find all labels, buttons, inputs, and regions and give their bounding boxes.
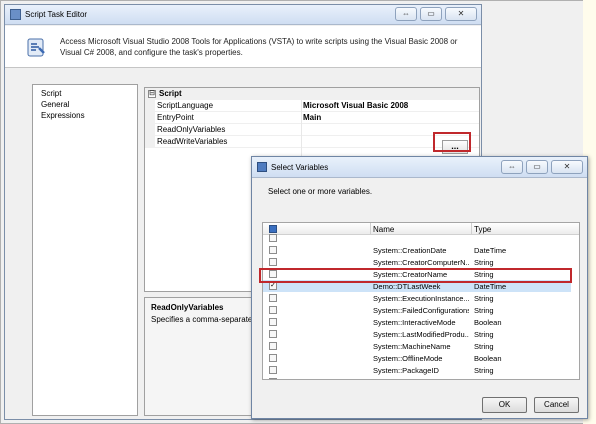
row-checkbox[interactable] — [269, 366, 277, 374]
variable-type: String — [474, 294, 494, 303]
variable-name: System::PackageName — [373, 378, 469, 379]
table-row[interactable]: System::PackageName String — [263, 376, 571, 379]
property-name: ReadWriteVariables — [157, 137, 228, 146]
navigation-pane: Script General Expressions — [32, 84, 138, 416]
property-row[interactable]: ReadWriteVariables — [145, 136, 479, 148]
variable-type: String — [474, 378, 494, 379]
script-task-icon — [10, 9, 21, 20]
table-row[interactable]: System::MachineName String — [263, 340, 571, 352]
variable-name: System::FailedConfigurations — [373, 306, 469, 315]
cancel-button[interactable]: Cancel — [534, 397, 579, 413]
variable-type: Boolean — [474, 354, 502, 363]
table-row[interactable]: System::PackageID String — [263, 364, 571, 376]
nav-item-script[interactable]: Script — [41, 89, 61, 98]
highlight-box — [433, 132, 471, 152]
table-row[interactable]: System::CreatorComputerN... String — [263, 256, 571, 268]
variable-type: String — [474, 330, 494, 339]
row-checkbox[interactable] — [269, 294, 277, 302]
property-row[interactable]: ScriptLanguage Microsoft Visual Basic 20… — [145, 100, 479, 112]
table-row[interactable]: System::LastModifiedProdu... String — [263, 328, 571, 340]
close-button[interactable]: ✕ — [445, 7, 477, 21]
variable-name: Demo::DTLastWeek — [373, 282, 441, 291]
property-name: EntryPoint — [157, 113, 194, 122]
description-area: Access Microsoft Visual Studio 2008 Tool… — [5, 26, 481, 68]
variable-type: Boolean — [474, 318, 502, 327]
table-row[interactable]: System::FailedConfigurations String — [263, 304, 571, 316]
variable-type: DateTime — [474, 246, 507, 255]
table-row[interactable]: System::OfflineMode Boolean — [263, 352, 571, 364]
row-checkbox[interactable] — [269, 258, 277, 266]
column-divider — [301, 100, 302, 160]
row-checkbox[interactable] — [269, 378, 277, 379]
editor-title-bar[interactable]: Script Task Editor ⇔ ▭ ✕ — [5, 5, 481, 25]
variable-name: System::CreatorComputerN... — [373, 258, 469, 267]
variable-name: System::InteractiveMode — [373, 318, 456, 327]
row-checkbox[interactable] — [269, 342, 277, 350]
nav-item-expressions[interactable]: Expressions — [41, 111, 85, 120]
dialog-title: Select Variables — [271, 163, 329, 172]
category-label: Script — [159, 89, 182, 98]
row-checkbox[interactable] — [269, 306, 277, 314]
row-checkbox[interactable] — [269, 318, 277, 326]
dialog-icon — [257, 162, 267, 172]
restore-button[interactable]: ⇔ — [395, 7, 417, 21]
row-checkbox[interactable] — [269, 246, 277, 254]
variable-type: String — [474, 366, 494, 375]
property-name: ReadOnlyVariables — [157, 125, 226, 134]
select-variables-dialog: Select Variables ⇔ ▭ ✕ Select one or mor… — [251, 156, 588, 419]
variable-name: System::PackageID — [373, 366, 439, 375]
dialog-restore-button[interactable]: ⇔ — [501, 160, 523, 174]
variable-name: System::MachineName — [373, 342, 451, 351]
help-text: Specifies a comma-separated li — [151, 315, 263, 324]
dialog-maximize-button[interactable]: ▭ — [526, 160, 548, 174]
variable-type: String — [474, 342, 494, 351]
variable-name: System::OfflineMode — [373, 354, 443, 363]
property-value[interactable]: Microsoft Visual Basic 2008 — [303, 101, 408, 110]
table-row[interactable]: System::CreationDate DateTime — [263, 244, 571, 256]
variable-name: System::ExecutionInstance... — [373, 294, 469, 303]
maximize-button[interactable]: ▭ — [420, 7, 442, 21]
row-checkbox[interactable] — [269, 234, 277, 242]
row-checkbox[interactable] — [269, 354, 277, 362]
variable-type: String — [474, 258, 494, 267]
property-row[interactable]: EntryPoint Main — [145, 112, 479, 124]
property-row[interactable]: ReadOnlyVariables — [145, 124, 479, 136]
variable-name: System::LastModifiedProdu... — [373, 330, 469, 339]
variables-table: Name Type System::CreationDate DateTime Sy… — [262, 222, 580, 380]
property-name: ScriptLanguage — [157, 101, 214, 110]
highlight-box — [259, 268, 572, 283]
task-description: Access Microsoft Visual Studio 2008 Tool… — [60, 37, 458, 57]
property-value[interactable]: Main — [303, 113, 321, 122]
editor-title: Script Task Editor — [25, 10, 88, 19]
ok-button[interactable]: OK — [482, 397, 527, 413]
category-header[interactable]: ⊟ Script — [145, 88, 479, 100]
table-row[interactable]: System::ExecutionInstance... String — [263, 292, 571, 304]
variable-name: System::CreationDate — [373, 246, 447, 255]
dialog-title-bar[interactable]: Select Variables ⇔ ▭ ✕ — [252, 157, 587, 178]
table-row[interactable]: System::InteractiveMode Boolean — [263, 316, 571, 328]
variable-type: DateTime — [474, 282, 507, 291]
variable-type: String — [474, 306, 494, 315]
collapse-icon[interactable]: ⊟ — [148, 90, 156, 98]
instruction-text: Select one or more variables. — [268, 187, 373, 196]
row-checkbox[interactable]: ✓ — [269, 282, 277, 290]
nav-item-general[interactable]: General — [41, 100, 69, 109]
script-scroll-icon — [27, 38, 45, 57]
row-checkbox[interactable] — [269, 330, 277, 338]
dialog-close-button[interactable]: ✕ — [551, 160, 583, 174]
table-row[interactable] — [263, 232, 571, 244]
help-title: ReadOnlyVariables — [151, 303, 224, 312]
